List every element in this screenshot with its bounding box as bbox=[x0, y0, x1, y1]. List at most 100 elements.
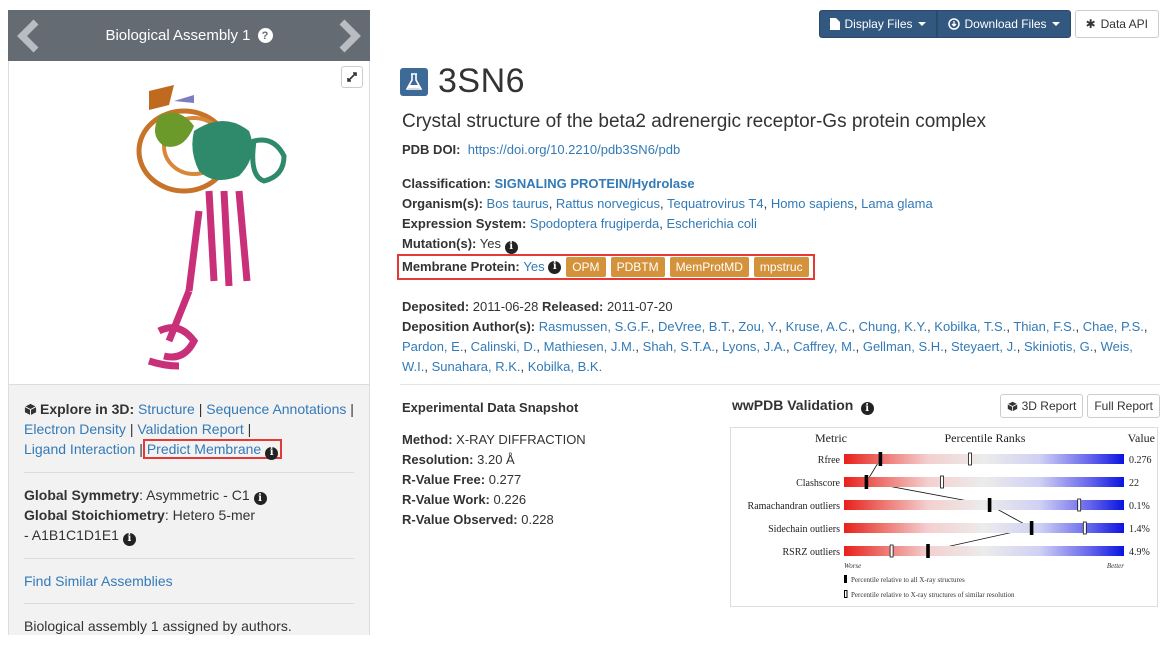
question-circle-icon[interactable]: ? bbox=[257, 28, 273, 43]
organisms-label: Organism(s): bbox=[402, 196, 483, 211]
data-api-button[interactable]: ✱ Data API bbox=[1074, 10, 1159, 38]
author-link[interactable]: Lyons, J.A. bbox=[722, 339, 786, 354]
info-icon[interactable]: i bbox=[860, 402, 874, 415]
link-electron-density[interactable]: Electron Density bbox=[24, 421, 126, 437]
author-link[interactable]: Shah, S.T.A. bbox=[643, 339, 715, 354]
marker-all-structures bbox=[878, 452, 883, 466]
caret-down-icon bbox=[1051, 22, 1060, 26]
mutation-value: Yes bbox=[479, 236, 501, 251]
info-icon[interactable]: i bbox=[122, 532, 136, 546]
metric-value: 1.4% bbox=[1129, 524, 1150, 535]
chevron-left-icon[interactable] bbox=[14, 18, 44, 54]
info-icon[interactable]: i bbox=[265, 446, 279, 460]
experimental-row: Resolution: 3.20 Å bbox=[402, 450, 586, 470]
organisms-row: Organism(s): Bos taurus, Rattus norvegic… bbox=[402, 196, 933, 211]
cube-icon bbox=[24, 403, 37, 416]
expression-link[interactable]: Escherichia coli bbox=[667, 216, 757, 231]
global-stoichiometry-composition: - A1B1C1D1E1 bbox=[24, 527, 119, 543]
classification-label: Classification: bbox=[402, 176, 491, 191]
organism-link[interactable]: Tequatrovirus T4 bbox=[667, 196, 764, 211]
expand-button[interactable] bbox=[341, 66, 363, 88]
info-icon[interactable]: i bbox=[253, 492, 267, 505]
info-icon[interactable]: i bbox=[548, 260, 562, 274]
percentile-bar bbox=[844, 454, 1124, 464]
link-validation-report[interactable]: Validation Report bbox=[137, 421, 243, 437]
entry-metadata: Classification: SIGNALING PROTEIN/Hydrol… bbox=[397, 174, 933, 280]
predict-membrane-highlight: Predict Membrane i bbox=[142, 439, 283, 460]
validation-slider-chart[interactable]: Metric Percentile Ranks Value Rfree 0.276… bbox=[730, 427, 1158, 607]
metric-value: 4.9% bbox=[1129, 547, 1150, 558]
badge-mpstruc[interactable]: mpstruc bbox=[753, 257, 809, 277]
full-report-button[interactable]: Full Report bbox=[1087, 394, 1160, 418]
doi-link[interactable]: https://doi.org/10.2210/pdb3SN6/pdb bbox=[468, 142, 681, 157]
global-symmetry-value: Asymmetric - C1 bbox=[146, 486, 250, 503]
data-api-label: Data API bbox=[1100, 17, 1148, 31]
author-link[interactable]: Zou, Y. bbox=[738, 319, 778, 334]
link-sequence-annotations[interactable]: Sequence Annotations bbox=[206, 401, 346, 417]
membrane-protein-highlight: Membrane Protein: Yes i OPM PDBTM MemPro… bbox=[397, 254, 815, 280]
entry-title-row: 3SN6 bbox=[400, 62, 525, 101]
chevron-right-icon[interactable] bbox=[334, 18, 364, 54]
link-structure[interactable]: Structure bbox=[138, 401, 195, 417]
validation-heading: wwPDB Validation bbox=[732, 397, 854, 413]
metric-label: Rfree bbox=[818, 455, 841, 466]
membrane-yes-link[interactable]: Yes bbox=[523, 257, 544, 277]
download-files-label: Download Files bbox=[964, 17, 1047, 31]
structure-viewer[interactable] bbox=[8, 61, 370, 385]
assembly-header: Biological Assembly 1 ? bbox=[8, 10, 370, 61]
experimental-label: R-Value Work: bbox=[402, 492, 490, 507]
chain-orange-helix bbox=[149, 85, 174, 110]
author-link[interactable]: Kruse, A.C. bbox=[786, 319, 852, 334]
metric-label: Ramachandran outliers bbox=[748, 501, 841, 512]
info-icon[interactable]: i bbox=[504, 240, 518, 254]
author-link[interactable]: Mathiesen, J.M. bbox=[544, 339, 636, 354]
author-link[interactable]: Kobilka, B.K. bbox=[528, 359, 602, 374]
percentile-bar bbox=[844, 477, 1124, 487]
author-link[interactable]: Chung, K.Y. bbox=[859, 319, 927, 334]
download-files-button[interactable]: Download Files bbox=[936, 10, 1071, 38]
chain-teal-domain bbox=[250, 137, 287, 184]
metric-label: RSRZ outliers bbox=[782, 547, 840, 558]
3d-report-button[interactable]: 3D Report bbox=[999, 394, 1084, 418]
marker-all-structures bbox=[987, 498, 992, 512]
legend-similar-text: Percentile relative to X-ray structures … bbox=[851, 591, 1015, 599]
author-link[interactable]: DeVree, B.T. bbox=[658, 319, 731, 334]
deposited-label: Deposited: bbox=[402, 299, 470, 314]
organism-link[interactable]: Lama glama bbox=[861, 196, 933, 211]
classification-link[interactable]: SIGNALING PROTEIN/Hydrolase bbox=[494, 176, 694, 191]
author-link[interactable]: Gellman, S.H. bbox=[863, 339, 944, 354]
link-predict-membrane[interactable]: Predict Membrane bbox=[147, 441, 261, 457]
marker-similar-resolution bbox=[968, 452, 972, 466]
find-similar-assemblies-link[interactable]: Find Similar Assemblies bbox=[24, 573, 173, 589]
author-link[interactable]: Caffrey, M. bbox=[793, 339, 855, 354]
organism-link[interactable]: Rattus norvegicus bbox=[556, 196, 660, 211]
author-link[interactable]: Skiniotis, G. bbox=[1024, 339, 1093, 354]
author-link[interactable]: Thian, F.S. bbox=[1013, 319, 1075, 334]
link-ligand-interaction[interactable]: Ligand Interaction bbox=[24, 441, 135, 457]
badge-pdbtm[interactable]: PDBTM bbox=[610, 257, 665, 277]
deposition-info: Deposited: 2011-06-28 Released: 2011-07-… bbox=[402, 297, 1162, 377]
organism-link[interactable]: Bos taurus bbox=[487, 196, 549, 211]
author-link[interactable]: Pardon, E. bbox=[402, 339, 463, 354]
better-label: Better bbox=[1107, 562, 1124, 570]
author-link[interactable]: Steyaert, J. bbox=[951, 339, 1017, 354]
protein-structure-image bbox=[136, 85, 287, 370]
experimental-value: 0.277 bbox=[488, 472, 522, 487]
author-link[interactable]: Sunahara, R.K. bbox=[432, 359, 521, 374]
display-files-button[interactable]: Display Files bbox=[818, 10, 937, 38]
author-link[interactable]: Chae, P.S. bbox=[1083, 319, 1144, 334]
badge-memprotmd[interactable]: MemProtMD bbox=[669, 257, 749, 277]
experimental-label: R-Value Observed: bbox=[402, 512, 518, 527]
author-link[interactable]: Rasmussen, S.G.F. bbox=[539, 319, 651, 334]
author-link[interactable]: Kobilka, T.S. bbox=[934, 319, 1006, 334]
experimental-snapshot: Experimental Data Snapshot Method: X-RAY… bbox=[402, 398, 586, 530]
classification-row: Classification: SIGNALING PROTEIN/Hydrol… bbox=[402, 174, 933, 194]
badge-opm[interactable]: OPM bbox=[566, 257, 606, 277]
experimental-label: Method: bbox=[402, 432, 453, 447]
full-report-label: Full Report bbox=[1094, 399, 1153, 413]
global-stoichiometry-label: Global Stoichiometry bbox=[24, 507, 165, 523]
expression-link[interactable]: Spodoptera frugiperda bbox=[530, 216, 659, 231]
author-link[interactable]: Calinski, D. bbox=[471, 339, 537, 354]
organism-link[interactable]: Homo sapiens bbox=[771, 196, 854, 211]
legend-all-marker bbox=[844, 575, 847, 583]
